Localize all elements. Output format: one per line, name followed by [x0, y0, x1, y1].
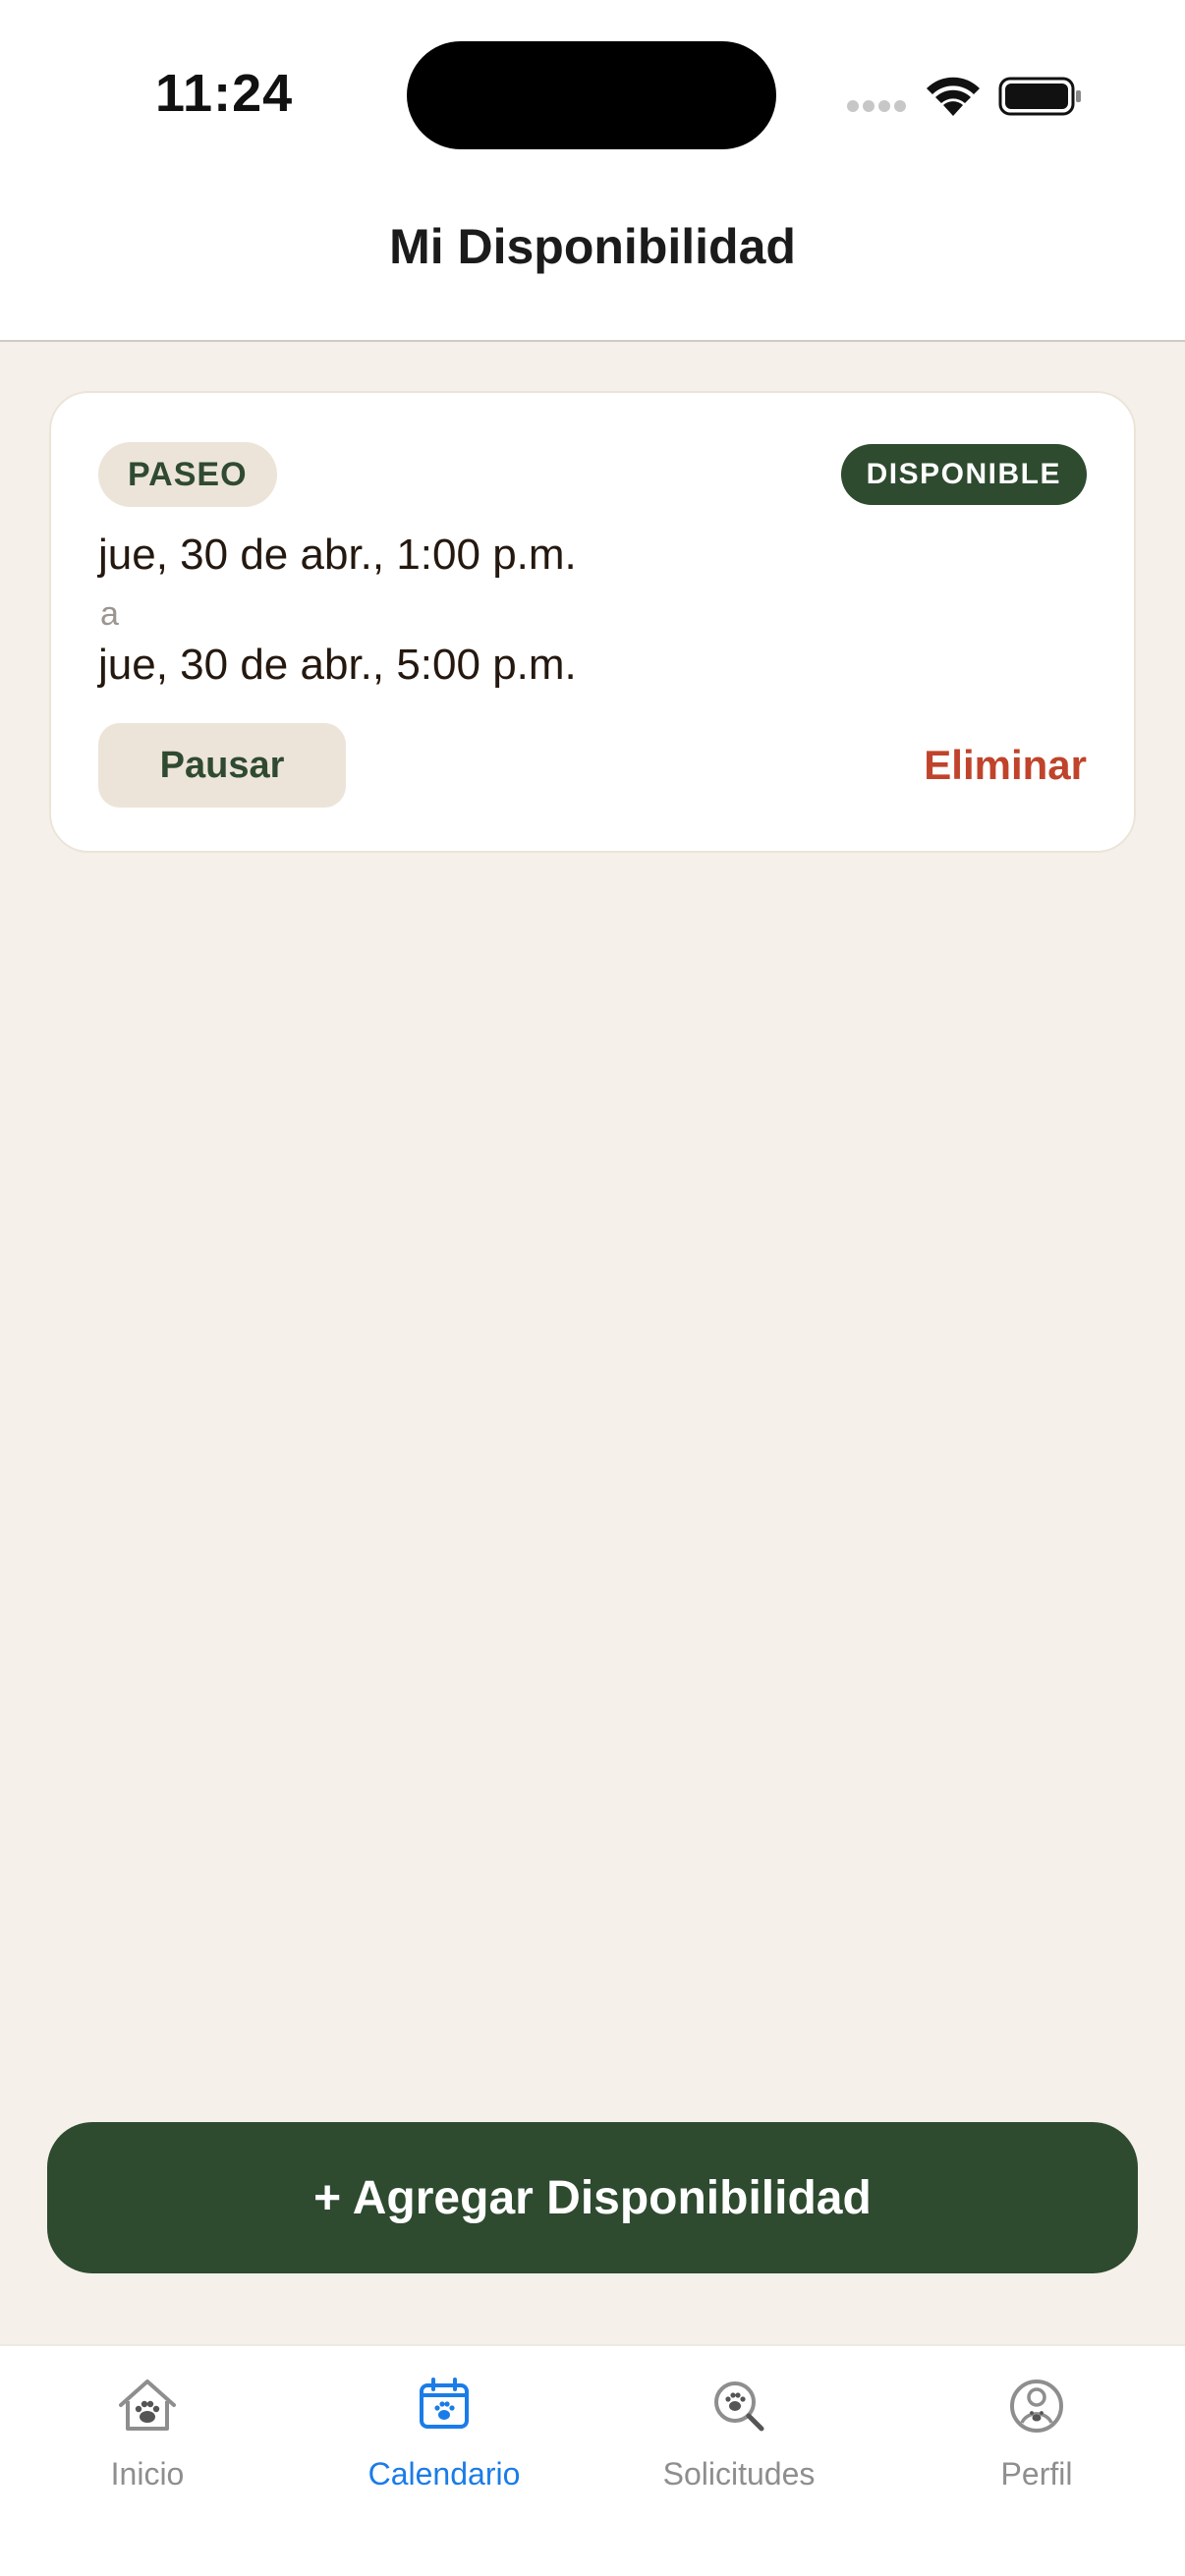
wifi-icon — [927, 77, 980, 116]
tab-label: Calendario — [367, 2456, 521, 2492]
add-availability-button[interactable]: + Agregar Disponibilidad — [47, 2122, 1138, 2273]
status-badge: DISPONIBLE — [840, 444, 1087, 505]
end-datetime: jue, 30 de abr., 5:00 p.m. — [98, 641, 577, 689]
tab-label: Perfil — [1000, 2456, 1073, 2492]
tab-label: Inicio — [110, 2456, 185, 2492]
service-type-badge: PASEO — [98, 442, 277, 507]
tab-solicitudes[interactable]: Solicitudes — [611, 2372, 867, 2499]
tab-perfil[interactable]: Perfil — [909, 2372, 1164, 2499]
dynamic-island — [407, 41, 776, 149]
battery-icon — [998, 77, 1081, 116]
profile-paw-icon — [1010, 2380, 1063, 2433]
range-separator: a — [100, 595, 119, 633]
header-area: 11:24 Mi Disponibilidad — [0, 0, 1185, 342]
availability-card: PASEO DISPONIBLE jue, 30 de abr., 1:00 p… — [49, 391, 1136, 853]
pause-button[interactable]: Pausar — [98, 723, 346, 808]
start-datetime: jue, 30 de abr., 1:00 p.m. — [98, 531, 577, 579]
status-time: 11:24 — [155, 64, 294, 123]
search-paw-icon — [714, 2381, 764, 2432]
calendar-paw-icon — [420, 2378, 469, 2429]
screen: 11:24 Mi Disponibilidad PASEO DISPONIBLE… — [0, 0, 1185, 2576]
tab-inicio[interactable]: Inicio — [20, 2372, 275, 2499]
tab-label: Solicitudes — [662, 2456, 816, 2492]
cellular-signal-icon — [847, 100, 908, 114]
tab-bar: Inicio Calendario Solicitudes Perfil — [0, 2344, 1185, 2576]
delete-button[interactable]: Eliminar — [924, 733, 1087, 798]
home-paw-icon — [119, 2380, 176, 2431]
page-title: Mi Disponibilidad — [389, 219, 796, 274]
tab-calendario[interactable]: Calendario — [316, 2372, 572, 2499]
